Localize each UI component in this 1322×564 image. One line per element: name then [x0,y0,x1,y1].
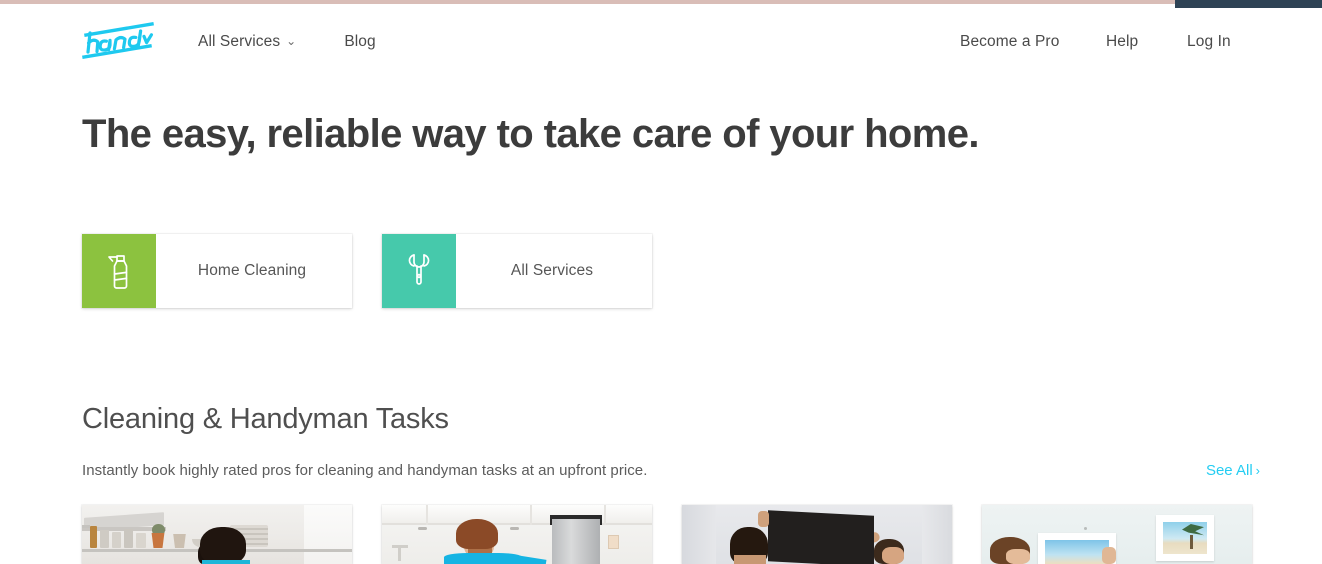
page-root: All Services ⌄ Blog Become a Pro Help Log… [0,0,1322,564]
task-card-image [382,505,652,564]
nav-item-blog[interactable]: Blog [344,32,375,52]
task-card[interactable] [82,505,352,564]
see-all-link[interactable]: See All › [1206,460,1260,481]
service-card-icon-box [82,234,156,308]
handy-logo-icon [82,22,154,59]
see-all-label: See All [1205,462,1253,479]
service-card-all-services[interactable]: All Services [382,234,652,308]
top-bar [0,0,1322,8]
section-subtitle: Instantly book highly rated pros for cle… [82,462,648,479]
nav-item-all-services-label: All Services [198,33,281,50]
task-card-image [682,505,952,564]
site-header: All Services ⌄ Blog Become a Pro Help Log… [0,8,1322,70]
wrench-icon [408,254,430,285]
nav-item-log-in[interactable]: Log In [1187,32,1231,52]
nav-item-help[interactable]: Help [1106,32,1138,52]
nav-item-become-a-pro[interactable]: Become a Pro [960,32,1059,52]
service-card-label: All Services [510,262,594,279]
task-card[interactable] [682,505,952,564]
chevron-down-icon: ⌄ [286,34,297,48]
chevron-right-icon: › [1255,463,1260,478]
nav-item-all-services[interactable]: All Services ⌄ [198,32,296,52]
task-card[interactable] [982,505,1252,564]
browser-chrome-strip [1175,0,1322,8]
section-title: Cleaning & Handyman Tasks [82,403,449,435]
spray-bottle-icon [108,255,128,289]
handy-logo[interactable] [82,20,156,62]
page-title: The easy, reliable way to take care of y… [82,112,979,156]
task-card-image [982,505,1252,564]
primary-nav: All Services ⌄ Blog [198,32,376,52]
service-card-label: Home Cleaning [197,262,307,279]
task-card[interactable] [382,505,652,564]
service-card-home-cleaning[interactable]: Home Cleaning [82,234,352,308]
page-load-progress-bar [0,0,1175,4]
service-card-icon-box [382,234,456,308]
task-card-image [82,505,352,564]
